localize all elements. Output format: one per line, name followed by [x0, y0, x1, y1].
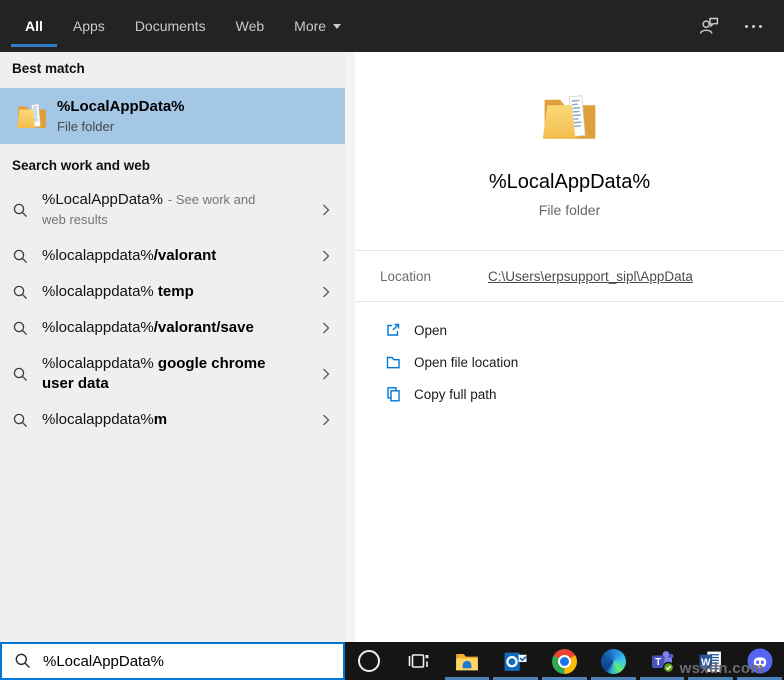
search-suggestion[interactable]: %localappdata% google chrome user data: [0, 346, 345, 402]
search-suggestion[interactable]: %localappdata% temp: [0, 274, 345, 310]
cortana-icon: [358, 650, 381, 672]
best-match-header: Best match: [12, 61, 85, 76]
taskbar-task-view-button[interactable]: [394, 642, 443, 680]
suggestion-text: %localappdata%/valorant: [42, 247, 217, 264]
taskbar-cortana-button[interactable]: [345, 642, 394, 680]
chevron-right-icon: [323, 204, 330, 216]
folder-icon: [17, 104, 46, 128]
suggestion-list: %LocalAppData% - See work and web results…: [0, 182, 345, 438]
windows-search-flyout: All Apps Documents Web More Best match %…: [0, 0, 784, 680]
search-input[interactable]: [43, 652, 343, 670]
header-action-icons: [697, 14, 784, 38]
person-chat-icon: [699, 17, 719, 34]
search-suggestion[interactable]: %localappdata%m: [0, 402, 345, 438]
edge-icon: [600, 648, 626, 674]
search-icon: [13, 367, 28, 381]
chevron-right-icon: [323, 368, 330, 380]
search-icon: [15, 653, 30, 668]
taskbar-discord-button[interactable]: [735, 642, 784, 680]
tab-web[interactable]: Web: [221, 0, 280, 52]
folder-icon: [542, 95, 595, 139]
outlook-icon: [504, 652, 527, 671]
taskbar-edge-button[interactable]: [589, 642, 638, 680]
ellipsis-icon: [745, 24, 762, 28]
chrome-icon: [552, 648, 578, 674]
detail-title: %LocalAppData%: [488, 171, 651, 193]
search-icon: [13, 203, 28, 217]
open-icon: [387, 323, 400, 336]
detail-panel: %LocalAppData% File folder Location C:\U…: [355, 52, 784, 642]
location-row: Location C:\Users\erpsupport_sipl\AppDat…: [355, 251, 784, 301]
taskbar-file-explorer-button[interactable]: [443, 642, 492, 680]
tab-all-label: All: [25, 18, 43, 34]
best-match-result[interactable]: %LocalAppData% File folder: [0, 88, 345, 144]
search-suggestion[interactable]: %localappdata%/valorant/save: [0, 310, 345, 346]
task-view-icon: [408, 654, 429, 668]
open-file-location-action[interactable]: Open file location: [384, 346, 784, 378]
svg-text:T: T: [655, 657, 661, 668]
search-box[interactable]: [0, 642, 345, 680]
taskbar-teams-button[interactable]: T: [638, 642, 687, 680]
copy-full-path-icon: [387, 387, 400, 402]
taskbar-outlook-button[interactable]: [491, 642, 540, 680]
detail-subtitle: File folder: [538, 202, 601, 218]
taskbar-chrome-button[interactable]: [540, 642, 589, 680]
tab-apps[interactable]: Apps: [58, 0, 120, 52]
suggestion-text: %localappdata% temp: [42, 283, 194, 300]
tab-all[interactable]: All: [10, 0, 58, 52]
tab-documents-label: Documents: [134, 18, 206, 34]
action-label: Open: [414, 322, 448, 338]
discord-icon: [747, 648, 773, 674]
search-icon: [13, 285, 28, 299]
chevron-right-icon: [323, 322, 330, 334]
search-icon: [13, 413, 28, 427]
svg-text:W: W: [702, 657, 712, 668]
best-match-title: %LocalAppData%: [57, 98, 185, 115]
taskbar-word-button[interactable]: W: [686, 642, 735, 680]
taskbar: T W wsxdn.com: [345, 642, 784, 680]
search-work-web-header: Search work and web: [12, 158, 151, 173]
search-header: All Apps Documents Web More: [0, 0, 784, 52]
chevron-right-icon: [323, 286, 330, 298]
action-label: Open file location: [414, 354, 519, 370]
action-label: Copy full path: [414, 386, 497, 402]
search-suggestion[interactable]: %LocalAppData% - See work and web results: [0, 182, 345, 238]
suggestion-text: %localappdata%m: [42, 411, 168, 428]
tab-more-label: More: [294, 18, 327, 34]
location-label: Location: [380, 268, 432, 284]
action-list: Open Open file location Copy full path: [355, 314, 784, 410]
open-file-location-icon: [386, 356, 400, 369]
teams-icon: T: [652, 651, 675, 674]
tab-apps-label: Apps: [72, 18, 105, 34]
copy-full-path-action[interactable]: Copy full path: [384, 378, 784, 410]
suggestion-text: %localappdata% google chrome user data: [42, 355, 266, 392]
word-icon: W: [699, 651, 722, 672]
search-icon: [13, 321, 28, 335]
chevron-right-icon: [323, 250, 330, 262]
tab-web-label: Web: [235, 18, 265, 34]
open-action[interactable]: Open: [384, 314, 784, 346]
search-icon: [13, 249, 28, 263]
chevron-down-icon: [333, 23, 342, 29]
chevron-right-icon: [323, 414, 330, 426]
best-match-text: %LocalAppData% File folder: [57, 98, 185, 134]
results-panel: Best match %LocalAppData% File folder Se…: [0, 52, 345, 642]
search-suggestion[interactable]: %localappdata%/valorant: [0, 238, 345, 274]
divider: [355, 301, 784, 302]
location-link[interactable]: C:\Users\erpsupport_sipl\AppData: [488, 269, 693, 284]
tab-more[interactable]: More: [279, 0, 356, 52]
more-options-button[interactable]: [745, 24, 762, 28]
feedback-button[interactable]: [697, 14, 721, 38]
file-explorer-icon: [456, 653, 478, 671]
best-match-subtitle: File folder: [57, 119, 115, 134]
search-filter-tabs: All Apps Documents Web More: [0, 0, 356, 52]
tab-documents[interactable]: Documents: [120, 0, 221, 52]
suggestion-text: %LocalAppData% - See work and web results: [42, 191, 256, 227]
suggestion-text: %localappdata%/valorant/save: [42, 319, 254, 336]
